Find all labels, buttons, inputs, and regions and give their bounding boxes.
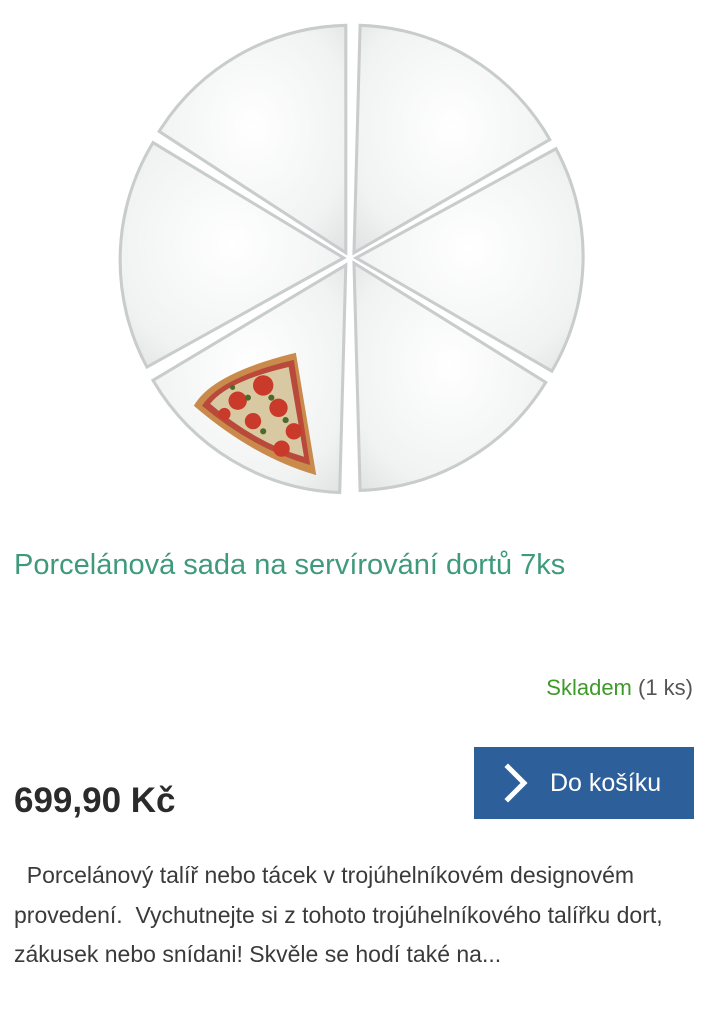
plate-set <box>118 23 585 495</box>
availability: Skladem (1 ks) <box>546 672 693 704</box>
product-card: Porcelánová sada na servírování dortů 7k… <box>0 0 708 1024</box>
add-to-cart-label: Do košíku <box>550 769 662 797</box>
stock-quantity: (1 ks) <box>631 675 693 700</box>
add-to-cart-button[interactable]: Do košíku <box>474 747 694 819</box>
product-price: 699,90 Kč <box>14 781 176 820</box>
product-title[interactable]: Porcelánová sada na servírování dortů 7k… <box>14 544 694 586</box>
stock-status: Skladem <box>546 675 632 700</box>
product-description: Porcelánový talíř nebo tácek v trojúheln… <box>14 862 670 967</box>
chevron-right-icon <box>504 763 528 803</box>
product-image[interactable] <box>100 8 610 518</box>
